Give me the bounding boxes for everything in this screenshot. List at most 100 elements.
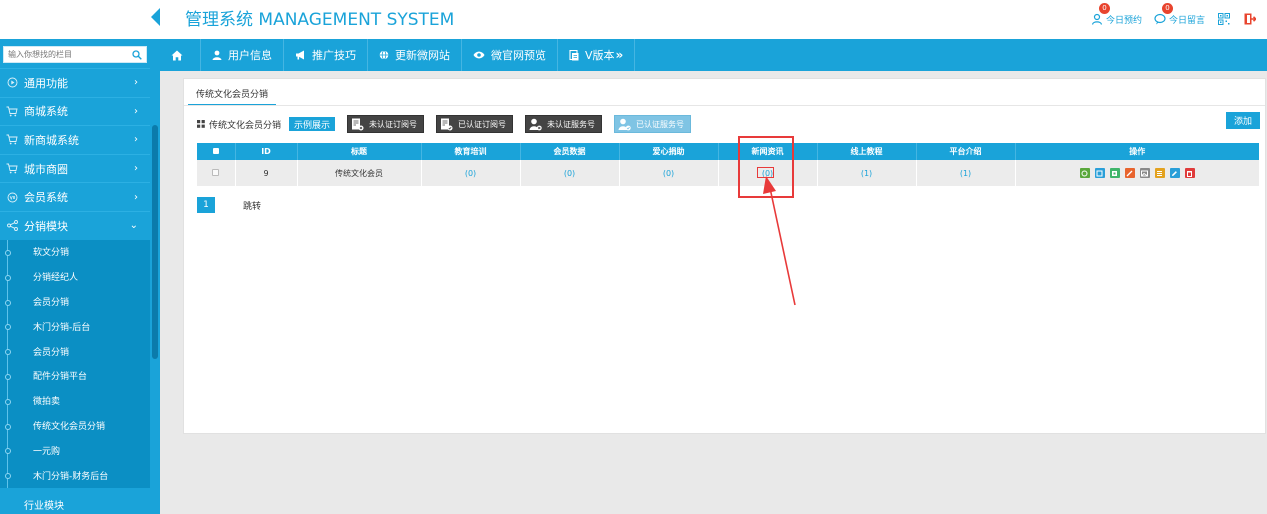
- preview-icon[interactable]: [1079, 168, 1090, 178]
- qr-action-icon[interactable]: [1109, 168, 1120, 178]
- add-button[interactable]: 添加: [1225, 112, 1260, 129]
- app-title: 管理系统 MANAGEMENT SYSTEM: [185, 10, 455, 30]
- submenu-item[interactable]: 微拍卖: [0, 388, 150, 413]
- cell-charity-link[interactable]: (0): [619, 160, 719, 186]
- search-icon[interactable]: [128, 49, 146, 60]
- sidebar-item-new-mall[interactable]: 新商城系统 ›: [0, 125, 150, 154]
- nav-promo-tips-label: 推广技巧: [312, 49, 356, 62]
- verified-subscription-button[interactable]: 已认证订阅号: [436, 115, 514, 133]
- chevron-right-icon: ›: [134, 134, 138, 146]
- top-header: 管理系统 MANAGEMENT SYSTEM 0 今日预约 0 今日留言: [0, 0, 1267, 39]
- pagination: 1 跳转: [197, 197, 261, 213]
- sidebar-item-mall[interactable]: 商城系统 ›: [0, 96, 150, 126]
- nav-site-preview-label: 微官网预览: [491, 49, 546, 62]
- double-chevron-right-icon: »: [615, 48, 624, 62]
- image-icon[interactable]: [1139, 168, 1150, 178]
- sidebar-item-label: 商城系统: [24, 105, 68, 119]
- row-checkbox[interactable]: [212, 168, 220, 176]
- sidebar-item-members[interactable]: 会员系统 ›: [0, 182, 150, 211]
- verified-service-button[interactable]: 已认证服务号: [614, 115, 692, 133]
- grid-icon: [197, 120, 205, 128]
- megaphone-icon: [295, 50, 306, 60]
- delete-icon[interactable]: [1184, 168, 1195, 178]
- cell-members-link[interactable]: (0): [520, 160, 620, 186]
- select-all-header: [197, 143, 236, 160]
- sidebar-item-label: 分销模块: [24, 219, 68, 233]
- cell-title: 传统文化会员: [297, 160, 422, 186]
- submenu-item[interactable]: 分销经纪人: [0, 264, 150, 289]
- nav-update-site[interactable]: 更新微网站: [368, 39, 462, 71]
- vip-circle-icon: [2, 192, 22, 203]
- sidebar-item-distribution[interactable]: 分销模块 ⌄: [0, 210, 150, 240]
- cart-icon: [2, 134, 22, 145]
- col-intro: 平台介绍: [916, 143, 1016, 160]
- page-jump-input[interactable]: [215, 197, 241, 213]
- today-appointments[interactable]: 0 今日预约: [1091, 2, 1142, 26]
- sidebar-item-label: 新商城系统: [24, 133, 79, 147]
- sidebar-item-general[interactable]: 通用功能 ›: [0, 68, 150, 97]
- nav-user-info[interactable]: 用户信息: [201, 39, 284, 71]
- logout-icon[interactable]: [1243, 12, 1257, 26]
- page-1-button[interactable]: 1: [197, 197, 215, 213]
- annotation-cell-box: [757, 167, 774, 178]
- jump-button[interactable]: 跳转: [243, 199, 261, 212]
- share-icon: [2, 220, 22, 232]
- nav-version[interactable]: V版本 »: [558, 39, 636, 71]
- submenu-item[interactable]: 会员分销: [0, 338, 150, 364]
- submenu-item[interactable]: 木门分销-财务后台: [0, 462, 150, 488]
- col-members: 会员数据: [520, 143, 620, 160]
- doc-icon: [569, 49, 579, 61]
- collapse-arrow-icon[interactable]: [151, 8, 160, 26]
- col-ops: 操作: [1015, 143, 1259, 160]
- globe-icon: [379, 50, 389, 60]
- data-table: ID 标题 教育培训 会员数据 爱心捐助 新闻资讯 线上教程 平台介绍 操作 9…: [197, 143, 1259, 186]
- cell-tutorials-link[interactable]: (1): [817, 160, 917, 186]
- toolbar: 传统文化会员分销 示例展示 未认证订阅号 已认证订阅号 未认证服务号 已认证服务…: [197, 115, 692, 133]
- col-id: ID: [235, 143, 298, 160]
- logo-area: [0, 0, 160, 39]
- chevron-right-icon: ›: [134, 105, 138, 117]
- cell-intro-link[interactable]: (1): [916, 160, 1016, 186]
- unverified-service-button[interactable]: 未认证服务号: [525, 115, 603, 133]
- submenu-item[interactable]: 木门分销-后台: [0, 313, 150, 339]
- sidebar-item-label: 通用功能: [24, 76, 68, 90]
- sidebar-item-industry[interactable]: 行业模块: [0, 497, 160, 514]
- sidebar-scrollbar-thumb[interactable]: [152, 125, 158, 359]
- list-icon[interactable]: [1154, 168, 1165, 178]
- submenu-item[interactable]: 软文分销: [0, 239, 150, 265]
- col-title: 标题: [297, 143, 422, 160]
- settings-icon[interactable]: [1094, 168, 1105, 178]
- sidebar-search-input[interactable]: [4, 47, 128, 62]
- sidebar: 通用功能 › 商城系统 › 新商城系统 › 城市商圈 ›: [0, 39, 160, 514]
- messages-label: 今日留言: [1168, 15, 1205, 26]
- nav-user-info-label: 用户信息: [228, 49, 272, 62]
- doc-x-icon: [351, 118, 364, 131]
- unverified-subscription-button[interactable]: 未认证订阅号: [347, 115, 425, 133]
- submenu-item[interactable]: 配件分销平台: [0, 363, 150, 389]
- demo-button[interactable]: 示例展示: [289, 117, 336, 131]
- promote-icon[interactable]: [1124, 168, 1135, 178]
- nav-site-preview[interactable]: 微官网预览: [462, 39, 558, 71]
- btn-label: 未认证订阅号: [369, 119, 418, 129]
- eye-icon: [473, 51, 485, 59]
- chevron-right-icon: ›: [134, 77, 138, 89]
- sidebar-item-city-circle[interactable]: 城市商圈 ›: [0, 153, 150, 183]
- today-messages[interactable]: 0 今日留言: [1154, 2, 1205, 26]
- btn-label: 已认证订阅号: [458, 119, 507, 129]
- submenu-item[interactable]: 一元购: [0, 437, 150, 463]
- submenu-item[interactable]: 会员分销: [0, 289, 150, 314]
- user-icon: [212, 50, 222, 60]
- submenu-item[interactable]: 传统文化会员分销: [0, 413, 150, 438]
- qrcode-icon[interactable]: [1217, 12, 1231, 26]
- cell-edu-link[interactable]: (0): [421, 160, 521, 186]
- nav-promo-tips[interactable]: 推广技巧: [284, 39, 368, 71]
- chevron-down-icon: ⌄: [129, 220, 138, 232]
- select-all-checkbox[interactable]: [212, 148, 219, 154]
- edit-icon[interactable]: [1169, 168, 1180, 178]
- btn-label: 已认证服务号: [636, 119, 685, 129]
- col-edu: 教育培训: [421, 143, 521, 160]
- content-panel: 传统文化会员分销 传统文化会员分销 示例展示 未认证订阅号 已认证订阅号 未认证…: [183, 78, 1266, 434]
- nav-home[interactable]: [160, 39, 201, 71]
- chevron-right-icon: ›: [134, 163, 138, 175]
- tab-traditional-culture[interactable]: 传统文化会员分销: [188, 83, 277, 106]
